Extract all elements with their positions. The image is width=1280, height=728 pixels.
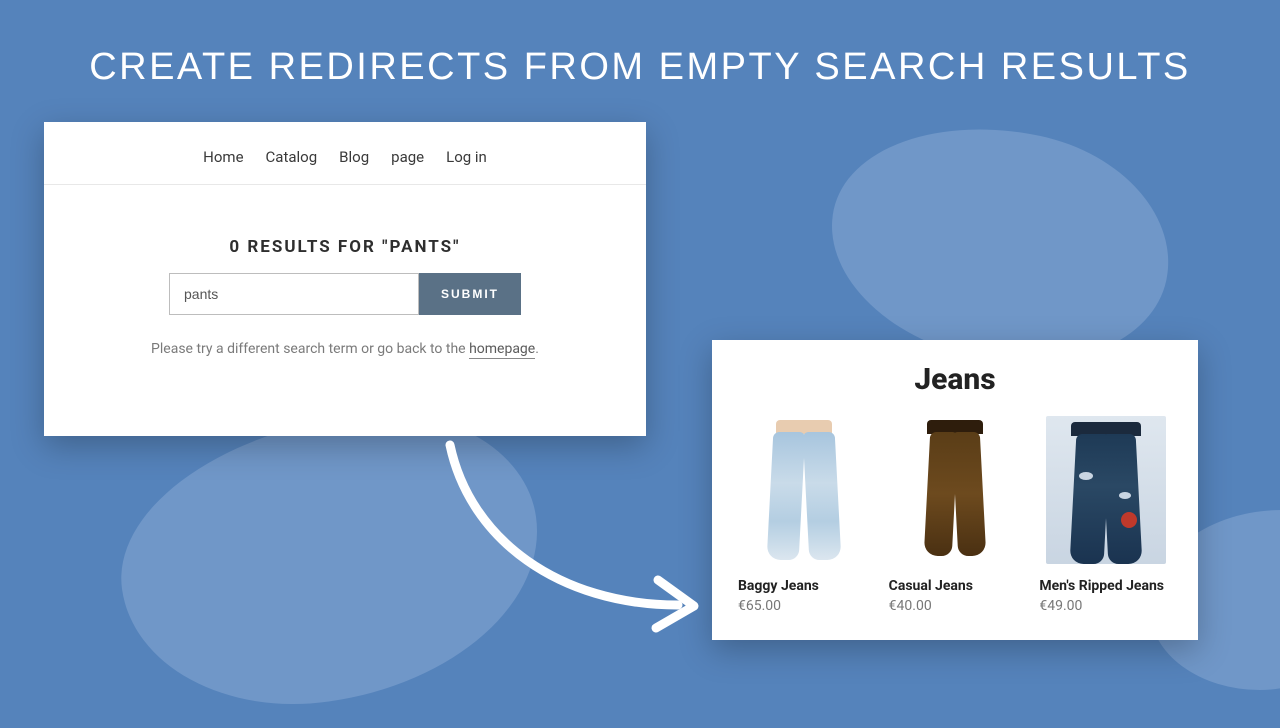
- search-input[interactable]: [169, 273, 419, 315]
- product-name: Casual Jeans: [889, 577, 1022, 595]
- product-item[interactable]: Casual Jeans €40.00: [889, 415, 1022, 614]
- empty-search-card: Home Catalog Blog page Log in 0 RESULTS …: [44, 122, 646, 436]
- product-image: [1046, 415, 1166, 565]
- search-hint: Please try a different search term or go…: [44, 341, 646, 357]
- product-item[interactable]: Men's Ripped Jeans €49.00: [1039, 415, 1172, 614]
- product-item[interactable]: Baggy Jeans €65.00: [738, 415, 871, 614]
- nav-catalog[interactable]: Catalog: [266, 148, 318, 166]
- hint-prefix: Please try a different search term or go…: [151, 341, 469, 357]
- nav-blog[interactable]: Blog: [339, 148, 369, 166]
- nav-home[interactable]: Home: [203, 148, 243, 166]
- store-nav: Home Catalog Blog page Log in: [44, 122, 646, 185]
- product-price: €49.00: [1039, 598, 1172, 614]
- nav-login[interactable]: Log in: [446, 148, 487, 166]
- submit-button[interactable]: SUBMIT: [419, 273, 521, 315]
- nav-page[interactable]: page: [391, 148, 424, 166]
- product-image: [744, 415, 864, 565]
- page-headline: CREATE REDIRECTS FROM EMPTY SEARCH RESUL…: [0, 46, 1280, 89]
- collection-title: Jeans: [738, 362, 1172, 397]
- product-price: €40.00: [889, 598, 1022, 614]
- results-heading: 0 RESULTS FOR "PANTS": [44, 237, 646, 257]
- product-name: Men's Ripped Jeans: [1039, 577, 1172, 595]
- hint-suffix: .: [535, 341, 539, 357]
- product-grid: Baggy Jeans €65.00 Casual Jeans €40.00: [738, 415, 1172, 614]
- homepage-link[interactable]: homepage: [469, 341, 535, 359]
- search-form: SUBMIT: [44, 273, 646, 315]
- product-price: €65.00: [738, 598, 871, 614]
- product-name: Baggy Jeans: [738, 577, 871, 595]
- products-card: Jeans Baggy Jeans €65.00 Casual: [712, 340, 1198, 640]
- product-image: [895, 415, 1015, 565]
- background-blob: [103, 392, 558, 728]
